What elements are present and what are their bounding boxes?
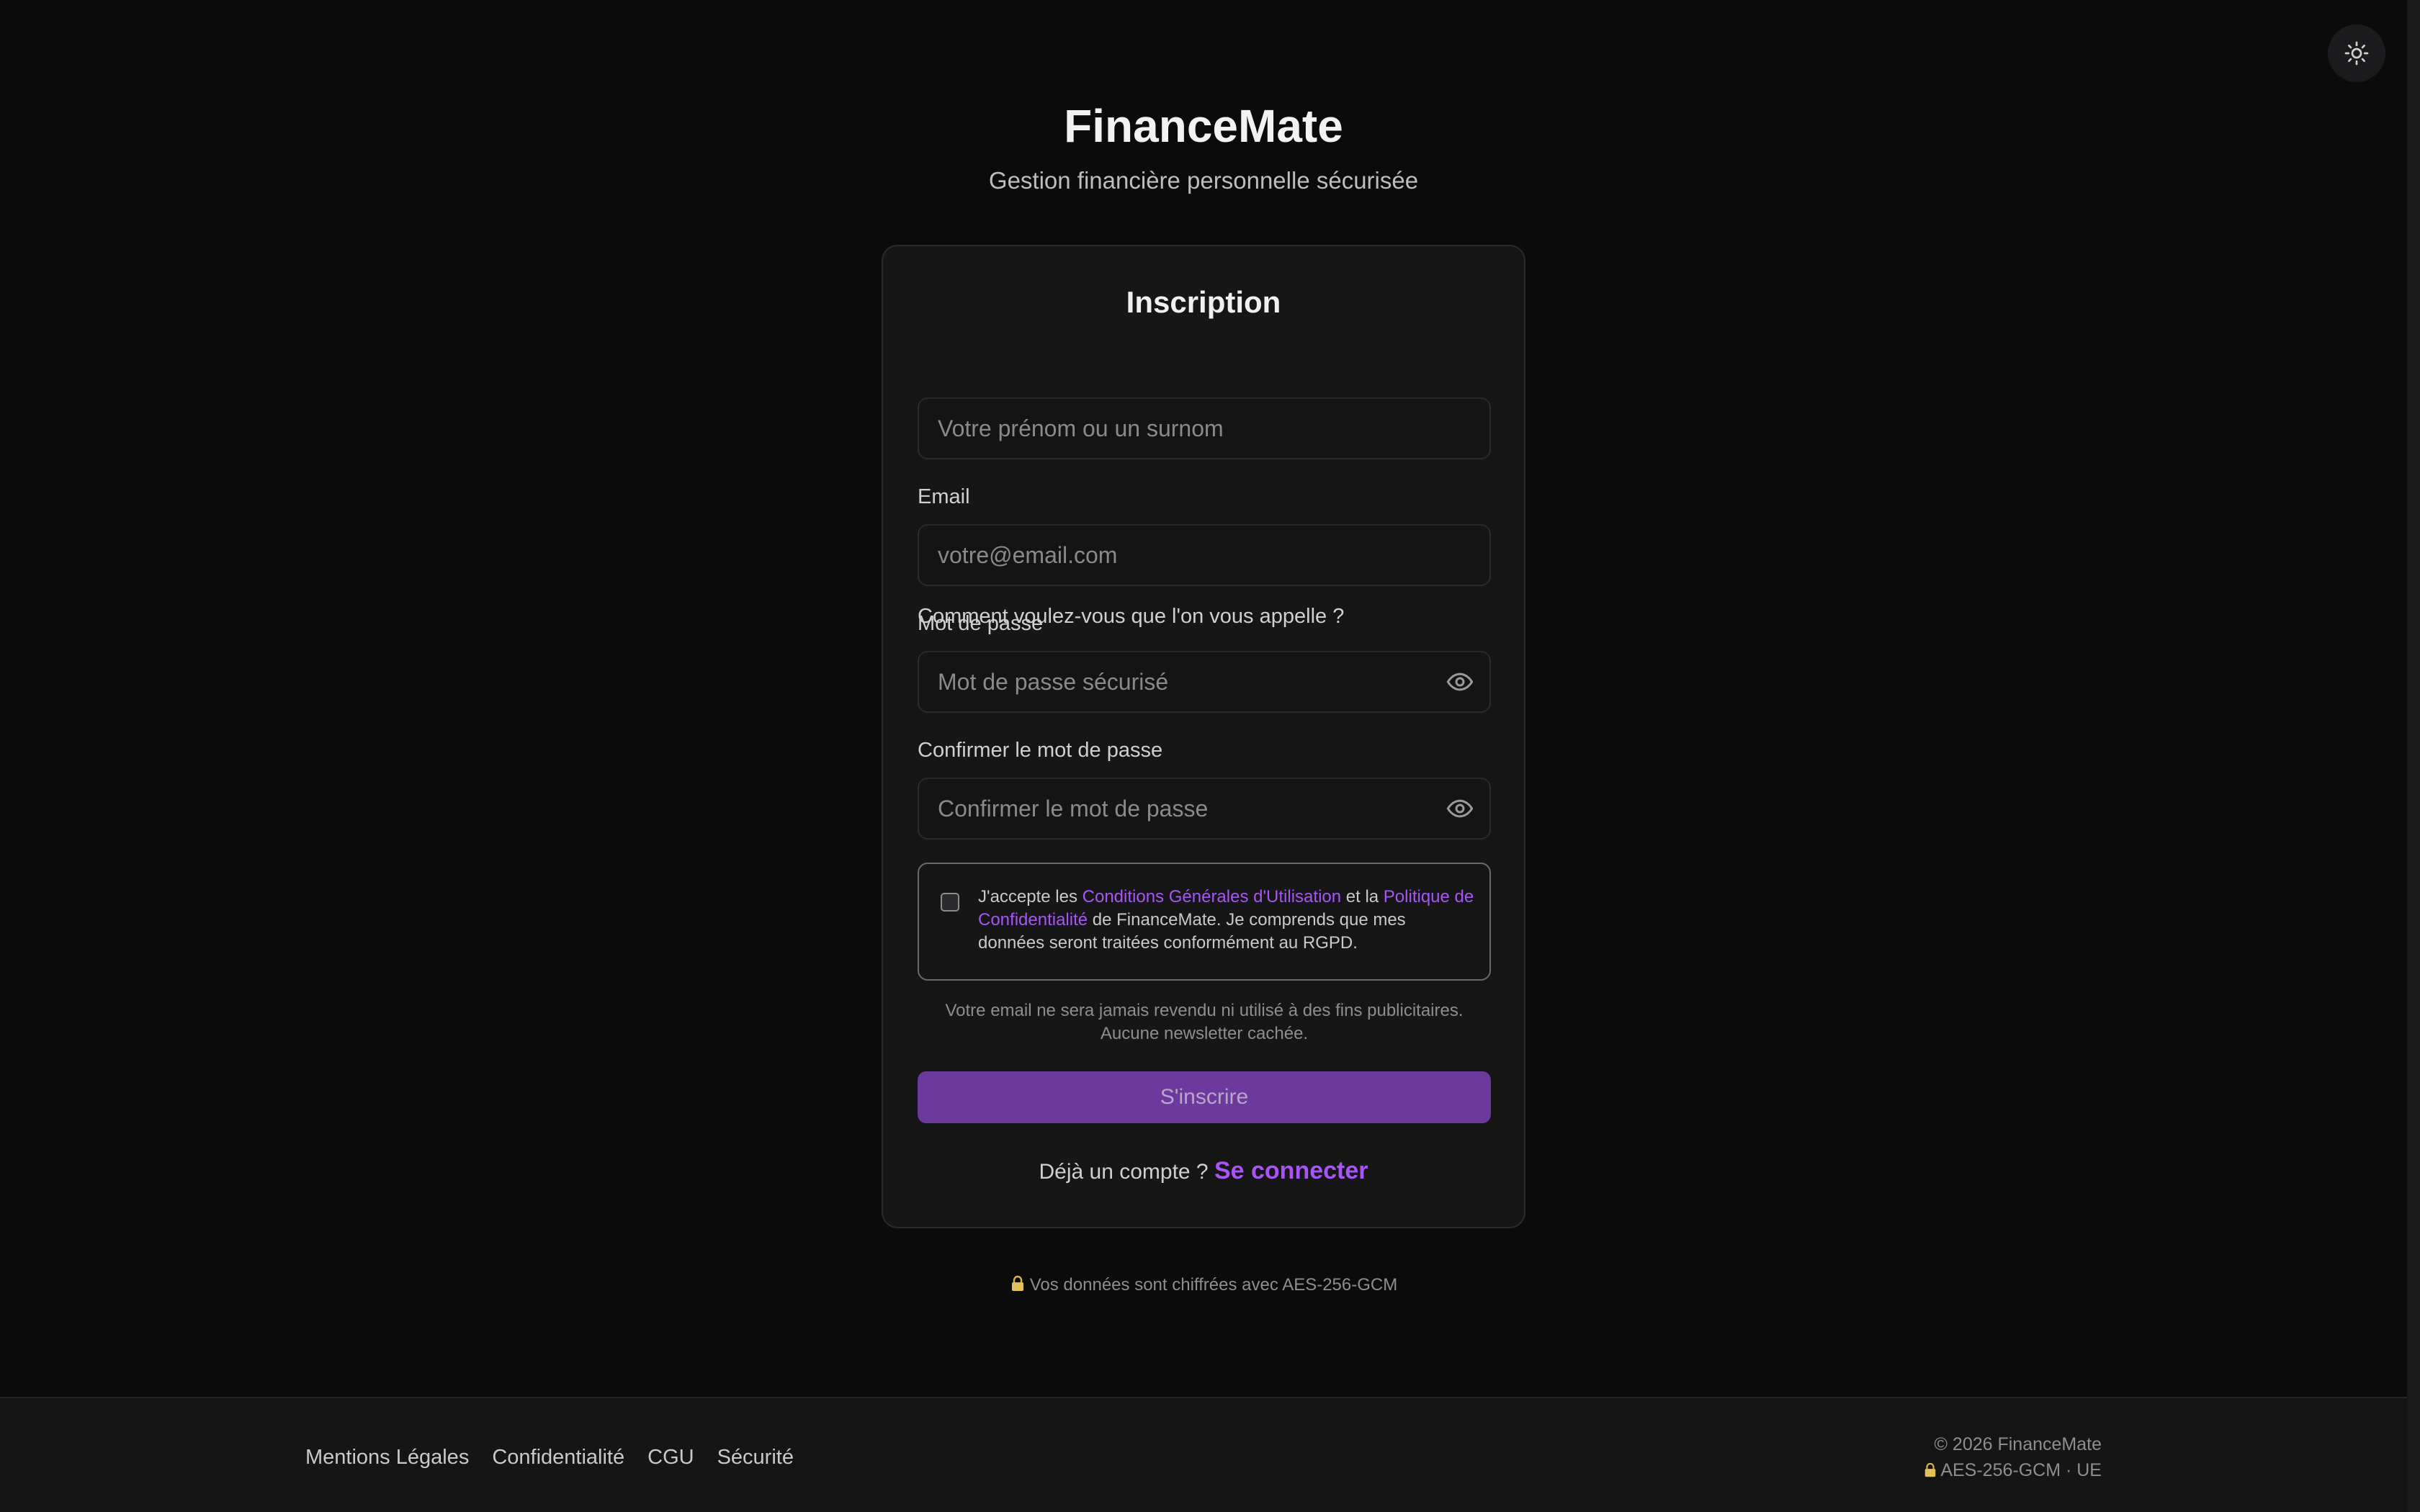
form-title: Inscription <box>1126 285 1281 319</box>
encryption-note: Vos données sont chiffrées avec AES-256-… <box>0 1273 2407 1297</box>
theme-toggle-button[interactable] <box>2328 24 2385 82</box>
confirm-password-label: Confirmer le mot de passe <box>918 739 1163 762</box>
footer-meta: © 2026 FinanceMate AES-256-GCM · UE <box>1923 1431 2102 1483</box>
consent-text: J'accepte les Conditions Générales d'Uti… <box>978 886 1475 955</box>
toggle-confirm-visibility-button[interactable] <box>1440 789 1479 828</box>
toggle-password-visibility-button[interactable] <box>1440 662 1479 701</box>
encryption-note-text: Vos données sont chiffrées avec AES-256-… <box>1029 1275 1398 1295</box>
privacy-note: Votre email ne sera jamais revendu ni ut… <box>918 999 1491 1045</box>
password-label: Mot de passe <box>918 612 1044 635</box>
login-prompt: Déjà un compte ? <box>1039 1160 1209 1184</box>
security-badge-text: AES-256-GCM · UE <box>1940 1460 2102 1480</box>
privacy-note-line-2: Aucune newsletter cachée. <box>1100 1024 1309 1043</box>
app-title: FinanceMate <box>1064 100 1343 152</box>
sun-icon <box>2344 41 2369 66</box>
eye-icon <box>1446 672 1474 691</box>
name-input[interactable] <box>918 397 1491 459</box>
login-prompt-row: Déjà un compte ? Se connecter <box>883 1155 1524 1188</box>
footer-link-securite[interactable]: Sécurité <box>717 1443 794 1472</box>
app-tagline: Gestion financière personnelle sécurisée <box>988 167 1419 194</box>
footer-links: Mentions Légales Confidentialité CGU Séc… <box>305 1443 794 1472</box>
signup-card: Inscription Comment voulez-vous que l'on… <box>882 245 1525 1228</box>
consent-middle: et la <box>1341 887 1384 906</box>
page: FinanceMate Gestion financière personnel… <box>0 0 2420 1512</box>
cgu-link[interactable]: Conditions Générales d'Utilisation <box>1083 887 1341 906</box>
consent-checkbox[interactable] <box>941 893 959 912</box>
eye-icon <box>1446 799 1474 818</box>
main-area: FinanceMate Gestion financière personnel… <box>0 0 2407 1397</box>
footer-link-cgu[interactable]: CGU <box>647 1443 694 1472</box>
privacy-note-line-1: Votre email ne sera jamais revendu ni ut… <box>945 1001 1464 1020</box>
password-input[interactable] <box>918 651 1491 713</box>
email-input[interactable] <box>918 524 1491 586</box>
footer: Mentions Légales Confidentialité CGU Séc… <box>0 1397 2407 1512</box>
lock-icon <box>1011 1275 1023 1291</box>
email-label: Email <box>918 485 970 508</box>
consent-prefix: J'accepte les <box>978 887 1083 906</box>
consent-box: J'accepte les Conditions Générales d'Uti… <box>918 863 1491 981</box>
signup-button[interactable]: S'inscrire <box>918 1071 1491 1123</box>
security-badge: AES-256-GCM · UE <box>1923 1457 2102 1483</box>
confirm-password-input[interactable] <box>918 778 1491 840</box>
copyright: © 2026 FinanceMate <box>1934 1434 2102 1454</box>
login-link[interactable]: Se connecter <box>1214 1157 1368 1184</box>
lock-icon <box>1925 1462 1936 1477</box>
scrollbar[interactable] <box>2407 0 2420 1512</box>
footer-link-mentions-legales[interactable]: Mentions Légales <box>305 1443 469 1472</box>
footer-link-confidentialite[interactable]: Confidentialité <box>492 1443 624 1472</box>
